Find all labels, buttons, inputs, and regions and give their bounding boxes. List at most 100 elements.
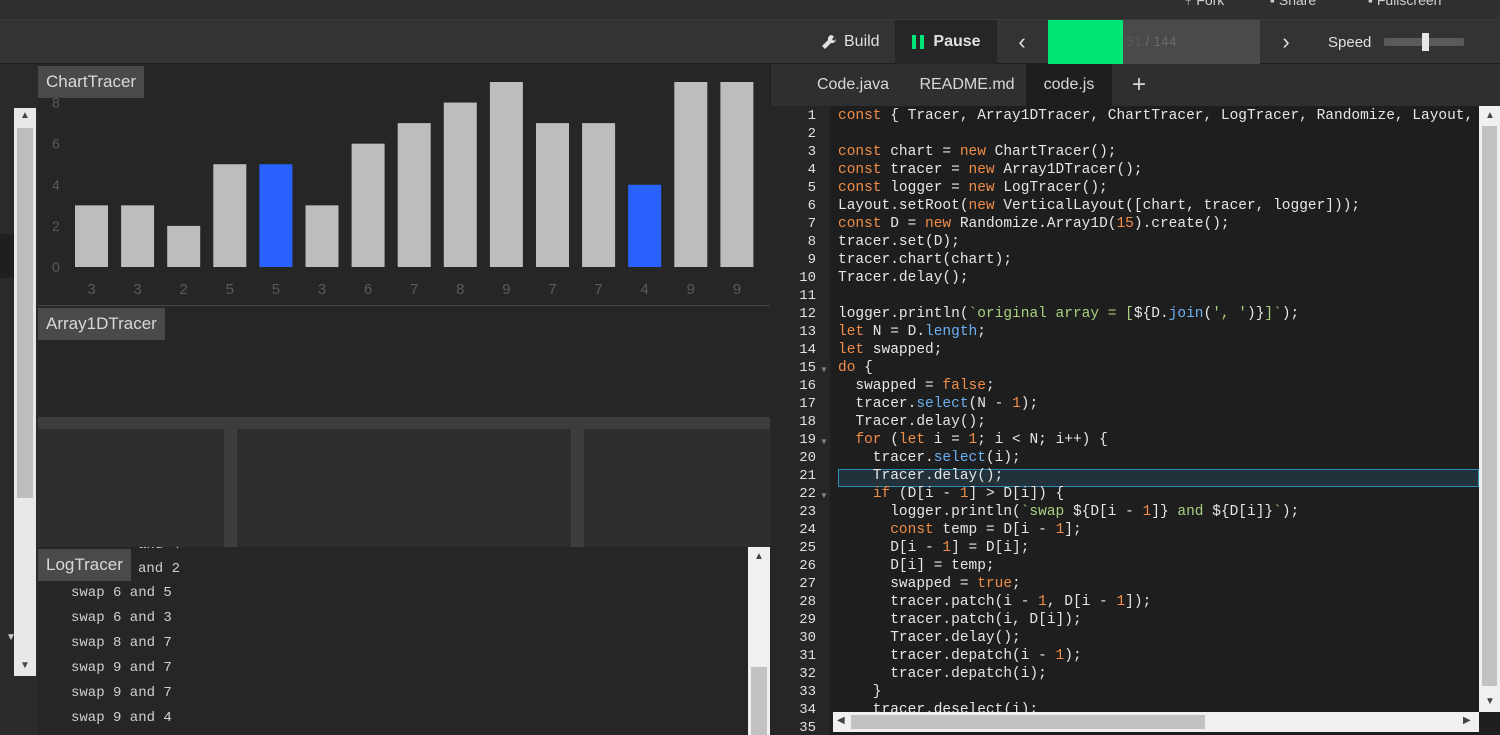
tab-code-java[interactable]: Code.java (803, 64, 903, 106)
wrench-icon (822, 34, 837, 49)
chart-bar (259, 164, 293, 267)
line-number: 15 (799, 360, 816, 376)
x-tick-label: 6 (364, 281, 372, 298)
prev-step-button[interactable]: ‹ (1000, 20, 1044, 64)
code-line: const tracer = new Array1DTracer(); (838, 162, 1143, 178)
scroll-left-icon[interactable]: ◀ (837, 715, 845, 726)
line-number: 35 (799, 720, 816, 735)
line-number: 7 (807, 216, 816, 232)
scroll-up-icon[interactable]: ▲ (754, 551, 764, 562)
line-number: 1 (807, 108, 816, 124)
log-tracer-panel: and 4 and 2 swap 6 and 5 swap 6 and 3 swap… (38, 547, 770, 735)
expand-down-icon[interactable]: ▼ (6, 632, 16, 643)
chevron-right-icon: › (1282, 29, 1290, 54)
line-number: 23 (799, 504, 816, 520)
code-line: let N = D.length; (838, 324, 986, 340)
code-line: tracer.select(N - 1); (838, 396, 1039, 412)
editor-horizontal-scrollbar[interactable]: ◀ ▶ (833, 712, 1479, 732)
chart-bar (489, 82, 523, 267)
log-line: swap 6 and 3 (71, 610, 172, 626)
pause-icon (912, 35, 925, 49)
next-step-button[interactable]: › (1264, 20, 1308, 64)
editor-tab-bar: Code.java README.md code.js + (770, 64, 1500, 106)
editor-vscroll-thumb[interactable] (1482, 126, 1497, 686)
progress-bar[interactable]: 51 / 144 (1048, 20, 1260, 64)
sidebar-scrollbar[interactable]: ▲ ▼ (14, 108, 36, 676)
sidebar-selected-item[interactable] (0, 234, 14, 278)
add-tab-icon[interactable]: + (1121, 64, 1157, 106)
progress-separator: / (1141, 33, 1154, 49)
scroll-up-icon[interactable]: ▲ (20, 110, 30, 121)
chart-bar (351, 143, 385, 267)
fold-arrow-icon[interactable]: ▼ (820, 437, 828, 446)
code-line: tracer.chart(chart); (838, 252, 1013, 268)
top-strip: ⑂ Fork ▪ Share ▪ Fullscreen (0, 0, 1500, 20)
tab-readme[interactable]: README.md (911, 64, 1023, 106)
line-number: 12 (799, 306, 816, 322)
line-number: 10 (799, 270, 816, 286)
speed-slider[interactable] (1384, 33, 1464, 51)
code-line: Layout.setRoot(new VerticalLayout([chart… (838, 198, 1361, 214)
x-tick-label: 9 (502, 281, 510, 298)
code-line: tracer.set(D); (838, 234, 960, 250)
y-tick-label: 6 (52, 136, 60, 152)
layout-cell (38, 429, 224, 547)
editor-vertical-scrollbar[interactable]: ▲ ▼ (1479, 106, 1500, 712)
code-line: tracer.patch(i - 1, D[i - 1]); (838, 594, 1152, 610)
chart-bar (443, 102, 477, 267)
tab-code-js[interactable]: code.js (1026, 64, 1112, 106)
code-editor[interactable]: 1 2 3 4 5 6 7 8 9 10 11 12 13 14 15 16 1… (770, 106, 1500, 735)
chart-bar (582, 123, 616, 267)
line-number: 26 (799, 558, 816, 574)
scroll-down-icon[interactable]: ▼ (20, 660, 30, 671)
chart-bar (213, 164, 247, 267)
x-tick-label: 4 (641, 281, 649, 298)
speed-label: Speed (1328, 33, 1372, 51)
scroll-up-icon[interactable]: ▲ (1485, 110, 1495, 121)
scroll-down-icon[interactable]: ▼ (1485, 696, 1495, 707)
log-line-partial: and 4 (138, 547, 180, 553)
build-button[interactable]: Build (812, 20, 892, 64)
code-line: } (838, 684, 882, 700)
line-number: 32 (799, 666, 816, 682)
x-tick-label: 7 (594, 281, 602, 298)
x-tick-label: 7 (410, 281, 418, 298)
share-button[interactable]: ▪ Share (1270, 0, 1316, 8)
log-scroll-thumb[interactable] (751, 667, 767, 735)
code-line: do { (838, 360, 873, 376)
x-tick-label: 9 (733, 281, 741, 298)
fork-button[interactable]: ⑂ Fork (1184, 0, 1224, 8)
line-number: 24 (799, 522, 816, 538)
progress-fill (1048, 20, 1124, 64)
editor-hscroll-thumb[interactable] (851, 715, 1205, 729)
layout-divider-row (38, 417, 770, 547)
chart-bar (167, 225, 201, 267)
line-number: 6 (807, 198, 816, 214)
code-line: tracer.depatch(i - 1); (838, 648, 1082, 664)
log-scrollbar[interactable]: ▲ (748, 547, 770, 735)
code-line: const temp = D[i - 1]; (890, 522, 1082, 538)
line-number: 20 (799, 450, 816, 466)
line-number: 33 (799, 684, 816, 700)
code-line: tracer.depatch(i); (838, 666, 1047, 682)
sidebar-scroll-thumb[interactable] (17, 128, 33, 498)
code-line: logger.println(`original array = [${D.jo… (838, 306, 1300, 322)
log-line: swap 9 and 7 (71, 685, 172, 701)
fold-arrow-icon[interactable]: ▼ (820, 491, 828, 500)
log-tracer-title: LogTracer (38, 549, 131, 581)
speed-slider-handle[interactable] (1422, 33, 1429, 51)
fold-arrow-icon[interactable]: ▼ (820, 365, 828, 374)
code-line: let swapped; (838, 342, 943, 358)
line-number: 27 (799, 576, 816, 592)
y-tick-label: 4 (52, 177, 60, 193)
line-number: 19 (799, 432, 816, 448)
scroll-right-icon[interactable]: ▶ (1463, 715, 1471, 726)
code-line: tracer.select(i); (838, 450, 1021, 466)
pause-button[interactable]: Pause (895, 20, 997, 64)
line-number: 14 (799, 342, 816, 358)
chart-bar (121, 205, 155, 267)
code-line: const { Tracer, Array1DTracer, ChartTrac… (838, 108, 1474, 124)
fullscreen-button[interactable]: ▪ Fullscreen (1368, 0, 1441, 8)
array1d-tracer-panel: Array1DTracer (38, 305, 770, 417)
chart-tracer-panel: 02468332553678977499 ChartTracer (38, 64, 770, 304)
